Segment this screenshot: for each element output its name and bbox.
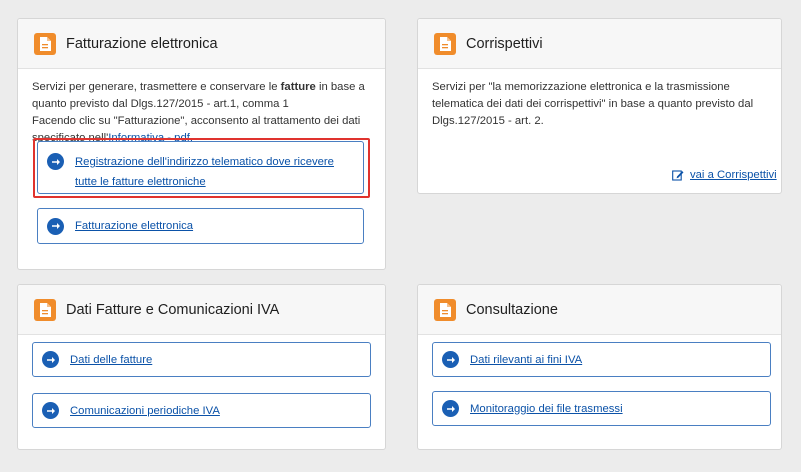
dati-delle-fatture-button[interactable]: Dati delle fatture [32, 342, 371, 377]
arrow-right-circle-icon [42, 402, 59, 419]
edit-icon [672, 169, 684, 181]
button-label: Dati delle fatture [70, 353, 153, 366]
fatturazione-elettronica-button[interactable]: Fatturazione elettronica [37, 208, 364, 244]
document-icon [434, 298, 456, 321]
button-label: Dati rilevanti ai fini IVA [470, 353, 583, 366]
card-description: Servizi per "la memorizzazione elettroni… [432, 81, 754, 127]
arrow-right-circle-icon [442, 400, 459, 417]
arrow-right-circle-icon [47, 217, 64, 235]
card-title: Consultazione [466, 301, 558, 318]
link-label: vai a Corrispettivi [690, 169, 777, 181]
button-label: Registrazione dell'indirizzo telematico … [75, 156, 334, 188]
document-icon [434, 32, 456, 55]
dati-rilevanti-iva-button[interactable]: Dati rilevanti ai fini IVA [432, 342, 771, 377]
card-corrispettivi: Corrispettivi Servizi per "la memorizzaz… [417, 18, 782, 194]
comunicazioni-periodiche-iva-button[interactable]: Comunicazioni periodiche IVA [32, 393, 371, 428]
card-header: Fatturazione elettronica [18, 19, 385, 69]
arrow-right-circle-icon [442, 351, 459, 368]
card-title: Dati Fatture e Comunicazioni IVA [66, 301, 280, 318]
document-icon [34, 32, 56, 55]
description-text: Servizi per generare, trasmettere e cons… [32, 81, 281, 93]
vai-a-corrispettivi-link[interactable]: vai a Corrispettivi [672, 169, 777, 181]
card-header: Dati Fatture e Comunicazioni IVA [18, 285, 385, 335]
monitoraggio-file-trasmessi-button[interactable]: Monitoraggio dei file trasmessi [432, 391, 771, 426]
button-label: Comunicazioni periodiche IVA [70, 404, 220, 417]
arrow-right-circle-icon [47, 153, 64, 170]
button-label: Fatturazione elettronica [75, 220, 194, 232]
card-header: Consultazione [418, 285, 781, 335]
card-title: Corrispettivi [466, 35, 543, 52]
card-header: Corrispettivi [418, 19, 781, 69]
card-title: Fatturazione elettronica [66, 35, 218, 52]
arrow-right-circle-icon [42, 351, 59, 368]
button-label: Monitoraggio dei file trasmessi [470, 402, 623, 415]
document-icon [34, 298, 56, 321]
registrazione-indirizzo-button[interactable]: Registrazione dell'indirizzo telematico … [37, 141, 364, 194]
card-description: Servizi per generare, trasmettere e cons… [18, 69, 385, 147]
description-bold: fatture [280, 81, 316, 93]
